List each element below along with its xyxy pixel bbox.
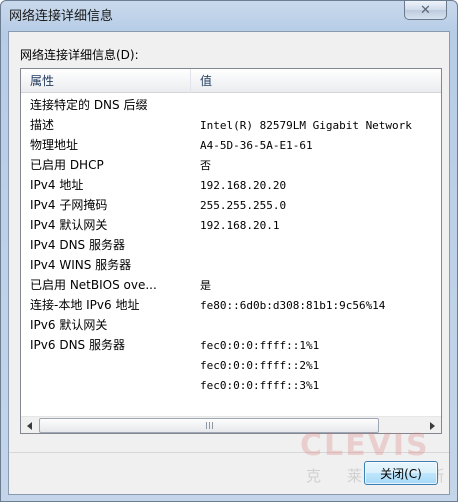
property-cell: 连接特定的 DNS 后缀 [30, 98, 148, 112]
property-cell: IPv4 WINS 服务器 [30, 258, 132, 272]
value-cell: 255.255.255.0 [200, 199, 287, 212]
list-row[interactable]: IPv6 DNS 服务器 fec0:0:0:ffff::1%1 [21, 336, 441, 356]
list-row[interactable]: 描述 Intel(R) 82579LM Gigabit Network [21, 116, 441, 136]
arrow-left-icon [27, 421, 32, 430]
value-cell: fec0:0:0:ffff::1%1 [200, 339, 320, 352]
property-cell: IPv6 DNS 服务器 [30, 338, 125, 352]
property-cell: IPv4 默认网关 [30, 218, 108, 232]
list-row[interactable]: IPv4 DNS 服务器 [21, 236, 441, 256]
value-cell: fec0:0:0:ffff::3%1 [200, 379, 320, 392]
network-connection-details-window: 网络连接详细信息 ✕ 网络连接详细信息(D): 属性 值 连接特定的 DNS 后… [0, 0, 458, 502]
value-cell: 192.168.20.1 [200, 219, 280, 232]
list-row[interactable]: IPv4 默认网关 192.168.20.1 [21, 216, 441, 236]
value-cell: fe80::6d0b:d308:81b1:9c56%14 [200, 299, 386, 312]
list-row[interactable]: IPv4 WINS 服务器 [21, 256, 441, 276]
property-cell: 物理地址 [30, 138, 79, 152]
list-row[interactable]: IPv4 子网掩码 255.255.255.0 [21, 196, 441, 216]
window-title: 网络连接详细信息 [9, 9, 114, 24]
list-row[interactable]: 已启用 NetBIOS ove... 是 [21, 276, 441, 296]
property-cell: IPv4 DNS 服务器 [30, 238, 125, 252]
list-row[interactable]: 已启用 DHCP 否 [21, 156, 441, 176]
value-cell: A4-5D-36-5A-E1-61 [200, 139, 313, 152]
list-row[interactable]: IPv4 地址 192.168.20.20 [21, 176, 441, 196]
list-rows: 连接特定的 DNS 后缀 描述 Intel(R) 82579LM Gigabit … [21, 96, 441, 406]
window-close-button[interactable]: ✕ [404, 1, 447, 20]
value-cell: fec0:0:0:ffff::2%1 [200, 359, 320, 372]
close-icon: ✕ [420, 2, 431, 18]
scroll-right-button[interactable] [424, 418, 440, 433]
arrow-right-icon [430, 421, 435, 430]
property-cell: IPv4 地址 [30, 178, 84, 192]
value-cell: 192.168.20.20 [200, 179, 287, 192]
horizontal-scrollbar[interactable] [21, 416, 441, 433]
list-header: 属性 值 [21, 69, 441, 93]
details-group-label: 网络连接详细信息(D): [20, 48, 139, 62]
title-bar: 网络连接详细信息 ✕ [1, 1, 457, 27]
column-header-property[interactable]: 属性 [21, 69, 191, 93]
list-row[interactable]: 物理地址 A4-5D-36-5A-E1-61 [21, 136, 441, 156]
column-header-value[interactable]: 值 [191, 69, 441, 93]
property-cell: 已启用 NetBIOS ove... [30, 278, 157, 292]
scrollbar-thumb[interactable] [39, 418, 379, 433]
list-row[interactable]: 连接特定的 DNS 后缀 [21, 96, 441, 116]
grip-icon [205, 422, 213, 429]
list-row[interactable]: fec0:0:0:ffff::2%1 [21, 356, 441, 376]
property-cell: 描述 [30, 118, 55, 132]
value-cell: Intel(R) 82579LM Gigabit Network [200, 119, 412, 132]
footer-divider [9, 452, 449, 453]
close-dialog-button[interactable]: 关闭(C) [364, 461, 438, 485]
property-cell: 连接-本地 IPv6 地址 [30, 298, 140, 312]
dialog-client-area: 网络连接详细信息(D): 属性 值 连接特定的 DNS 后缀 描述 Intel(R… [8, 31, 450, 495]
property-cell: IPv6 默认网关 [30, 318, 108, 332]
property-cell: 已启用 DHCP [30, 158, 104, 172]
value-cell: 是 [200, 279, 211, 292]
property-cell: IPv4 子网掩码 [30, 198, 108, 212]
details-list[interactable]: 属性 值 连接特定的 DNS 后缀 描述 Intel(R) 82579LM Gig… [20, 68, 442, 434]
scroll-left-button[interactable] [22, 418, 38, 433]
list-row[interactable]: 连接-本地 IPv6 地址 fe80::6d0b:d308:81b1:9c56%1… [21, 296, 441, 316]
value-cell: 否 [200, 159, 211, 172]
list-row[interactable]: fec0:0:0:ffff::3%1 [21, 376, 441, 396]
list-row[interactable]: IPv6 默认网关 [21, 316, 441, 336]
